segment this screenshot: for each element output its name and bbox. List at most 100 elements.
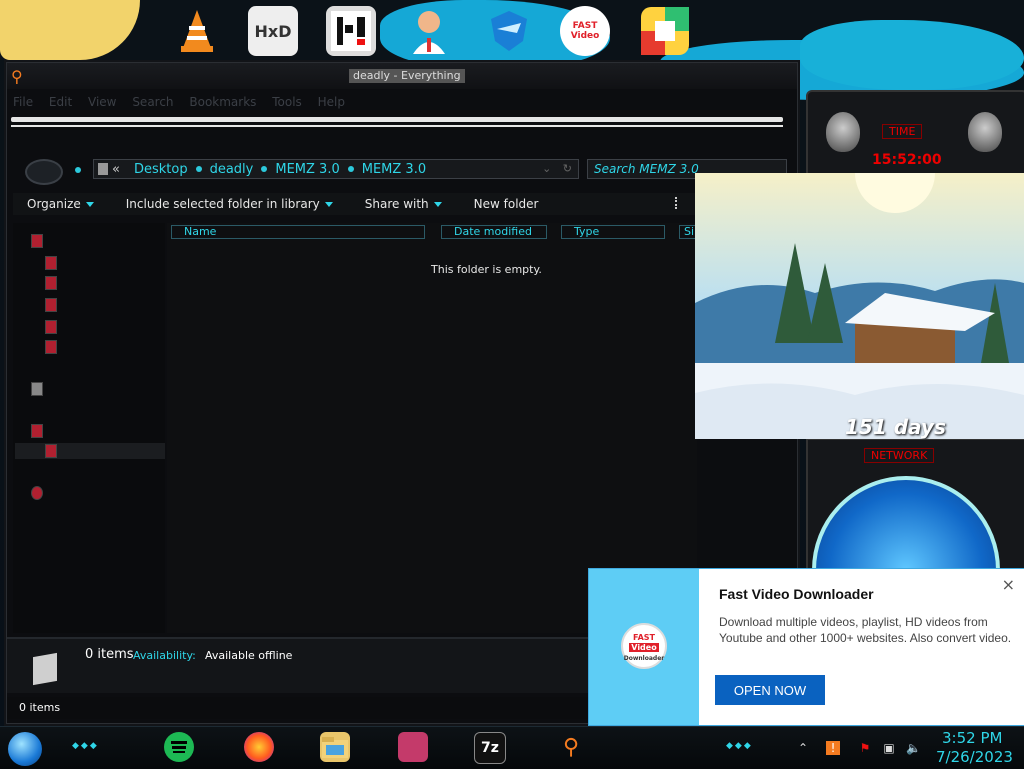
drive-icon xyxy=(45,444,57,458)
clock-date[interactable]: 7/26/2023 xyxy=(936,748,1013,766)
decorative-dots: ◆◆◆ xyxy=(726,741,753,751)
divider xyxy=(11,125,783,127)
folder-icon xyxy=(98,163,108,175)
volume-icon[interactable]: 🔈 xyxy=(906,741,921,755)
doctor-user-icon[interactable] xyxy=(404,6,454,56)
tray-app-icon[interactable]: ! xyxy=(826,741,840,755)
breadcrumb-memz-sub[interactable]: MEMZ 3.0 xyxy=(362,162,426,177)
network-icon[interactable]: ▣ xyxy=(882,741,896,755)
clock-time[interactable]: 3:52 PM xyxy=(942,729,1002,747)
popup-logo-panel: FAST Video Downloader xyxy=(589,569,699,725)
item-count: 0 items xyxy=(85,647,134,662)
nav-desktop[interactable] xyxy=(45,255,65,271)
address-bar[interactable]: « Desktop deadly MEMZ 3.0 MEMZ 3.0 ⌄ ↻ xyxy=(93,159,579,179)
firefox-icon[interactable] xyxy=(244,732,274,762)
shield-app-icon[interactable] xyxy=(484,6,534,56)
column-name[interactable]: Name xyxy=(171,225,425,239)
breadcrumb-separator[interactable] xyxy=(347,166,354,172)
nav-downloads[interactable] xyxy=(45,275,65,291)
logo-text: Downloader xyxy=(623,655,665,662)
logo-text: Video xyxy=(629,643,659,652)
nav-recent-places[interactable] xyxy=(45,297,65,313)
refresh-icon[interactable]: ↻ xyxy=(563,162,572,175)
title-bar[interactable]: ⚲ deadly - Everything xyxy=(7,63,797,89)
breadcrumb-memz[interactable]: MEMZ 3.0 xyxy=(275,162,339,177)
menu-file[interactable]: File xyxy=(13,95,33,109)
breadcrumb-separator[interactable] xyxy=(261,166,268,172)
breadcrumb-overflow[interactable]: « xyxy=(112,162,120,177)
homegroup-icon xyxy=(31,382,43,396)
start-button[interactable] xyxy=(8,732,42,766)
column-date-modified[interactable]: Date modified xyxy=(441,225,547,239)
download-icon xyxy=(45,276,57,290)
decorative-dots: ◆◆◆ xyxy=(72,741,99,751)
share-label: Share with xyxy=(364,197,429,211)
nav-local-disk[interactable] xyxy=(45,443,65,459)
view-options-icon[interactable] xyxy=(675,197,683,209)
nav-selection-highlight xyxy=(15,443,165,459)
show-hidden-icons[interactable]: ⌃ xyxy=(796,741,810,755)
navigation-row: « Desktop deadly MEMZ 3.0 MEMZ 3.0 ⌄ ↻ S… xyxy=(7,159,797,185)
search-icon[interactable]: ⚲ xyxy=(556,732,586,762)
breadcrumb-desktop[interactable]: Desktop xyxy=(134,162,188,177)
forward-button[interactable] xyxy=(75,167,81,173)
menu-view[interactable]: View xyxy=(88,95,116,109)
menu-help[interactable]: Help xyxy=(318,95,345,109)
menu-bookmarks[interactable]: Bookmarks xyxy=(189,95,256,109)
nav-dropbox[interactable] xyxy=(45,319,65,335)
alien-head-icon xyxy=(968,112,1002,152)
include-in-library-button[interactable]: Include selected folder in library xyxy=(126,197,333,211)
availability-value: Available offline xyxy=(205,649,293,662)
new-folder-button[interactable]: New folder xyxy=(474,197,539,211)
share-with-button[interactable]: Share with xyxy=(365,197,442,211)
desktop-icon xyxy=(45,256,57,270)
hxd-icon[interactable]: HxD xyxy=(248,6,298,56)
nav-favorites[interactable] xyxy=(31,233,51,249)
menu-edit[interactable]: Edit xyxy=(49,95,72,109)
star-icon xyxy=(31,234,43,248)
action-center-flag-icon[interactable]: ⚑ xyxy=(858,741,872,755)
media-app-icon[interactable] xyxy=(398,732,428,762)
nav-homegroup[interactable] xyxy=(31,381,51,397)
network-icon xyxy=(31,486,43,500)
breadcrumb-deadly[interactable]: deadly xyxy=(210,162,254,177)
taskbar: ◆◆◆ 7z ⚲ ◆◆◆ ⌃ ! ⚑ ▣ 🔈 3:52 PM 7/26/2023 xyxy=(0,726,1024,769)
nav-this-pc[interactable] xyxy=(31,423,51,439)
include-label: Include selected folder in library xyxy=(125,197,320,211)
menu-tools[interactable]: Tools xyxy=(272,95,302,109)
fast-video-downloader-icon[interactable]: FAST Video xyxy=(560,6,610,56)
nav-libraries-link[interactable] xyxy=(45,339,65,355)
open-now-button[interactable]: OPEN NOW xyxy=(715,675,825,705)
organize-button[interactable]: Organize xyxy=(27,197,94,211)
nav-network[interactable] xyxy=(31,485,51,501)
spotify-icon[interactable] xyxy=(164,732,194,762)
everything-search-field[interactable] xyxy=(11,117,783,122)
time-label: TIME xyxy=(882,124,923,139)
column-type[interactable]: Type xyxy=(561,225,665,239)
folder-icon xyxy=(33,652,57,686)
fast-video-downloader-logo: FAST Video Downloader xyxy=(621,623,667,669)
chevron-down-icon[interactable]: ⌄ xyxy=(542,162,551,175)
clock-gadget[interactable]: TIME 15:52:00 xyxy=(806,90,1024,178)
colorful-app-icon[interactable] xyxy=(640,6,690,56)
countdown-widget[interactable]: 151 days xyxy=(695,173,1024,439)
chevron-down-icon xyxy=(85,201,94,207)
computer-icon xyxy=(31,424,43,438)
recent-icon xyxy=(45,298,57,312)
cartoon-character-image xyxy=(0,0,140,60)
menu-search[interactable]: Search xyxy=(132,95,173,109)
vlc-icon[interactable] xyxy=(172,6,222,56)
search-icon: ⚲ xyxy=(11,67,23,86)
close-icon[interactable]: × xyxy=(1002,575,1015,594)
puzzle-app-icon[interactable] xyxy=(326,6,376,56)
network-gadget[interactable]: NETWORK xyxy=(806,438,1024,664)
file-explorer-icon[interactable] xyxy=(320,732,350,762)
winter-cabin-image xyxy=(695,173,1024,439)
organize-label: Organize xyxy=(27,197,81,211)
network-label: NETWORK xyxy=(864,448,935,463)
7zip-icon[interactable]: 7z xyxy=(474,732,506,764)
breadcrumb-separator[interactable] xyxy=(195,166,202,172)
alien-head-icon xyxy=(826,112,860,152)
background-shape xyxy=(800,20,1024,90)
back-button[interactable] xyxy=(25,159,63,185)
